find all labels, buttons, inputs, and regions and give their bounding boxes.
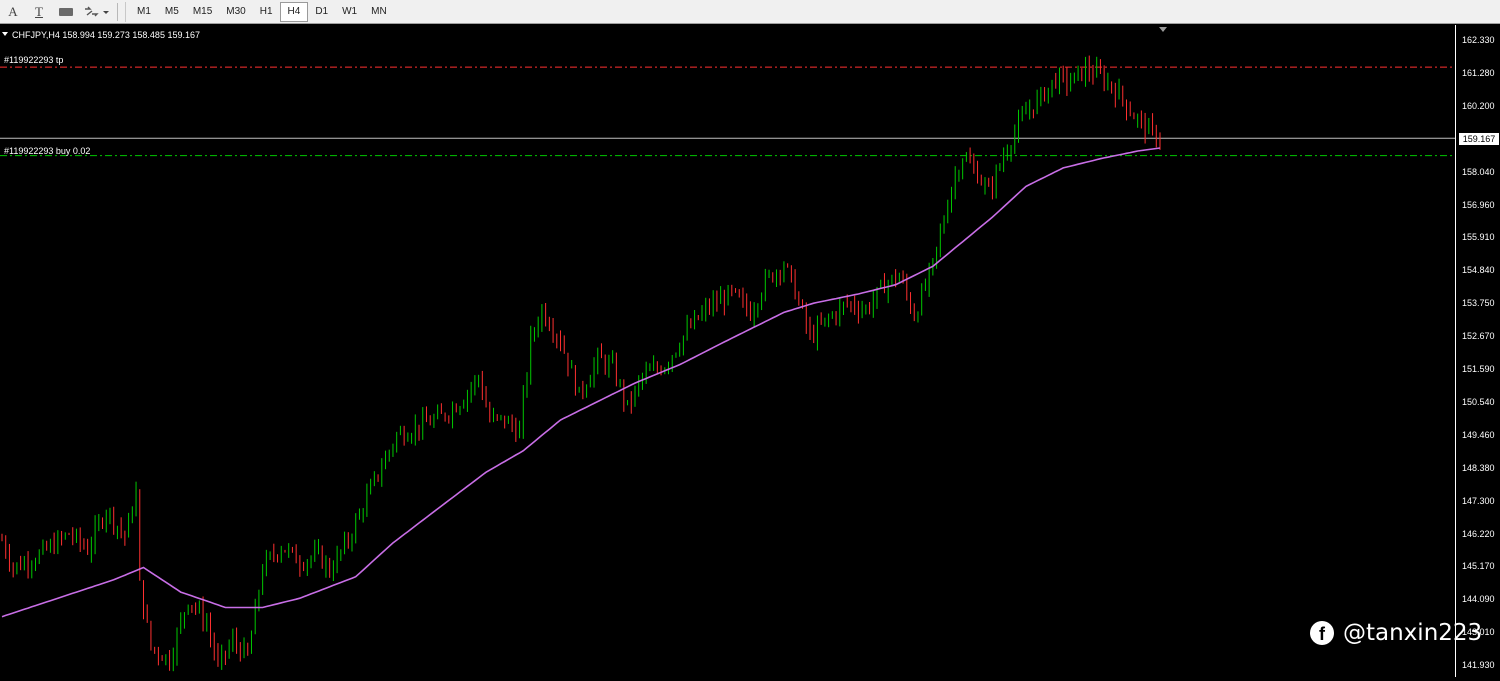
price-tick-label: 141.930 bbox=[1462, 660, 1495, 671]
timeframe-h4[interactable]: H4 bbox=[279, 1, 309, 22]
timeframe-h1[interactable]: H1 bbox=[253, 2, 280, 22]
price-tick-label: 146.220 bbox=[1462, 528, 1495, 539]
timeframe-m15[interactable]: M15 bbox=[186, 2, 219, 22]
text-label-glyph: T bbox=[35, 3, 43, 19]
timeframe-d1[interactable]: D1 bbox=[308, 2, 335, 22]
price-tick-label: 160.200 bbox=[1462, 100, 1495, 111]
symbol-info: CHFJPY,H4 158.994 159.273 158.485 159.16… bbox=[12, 30, 200, 40]
current-price-tag: 159.167 bbox=[1459, 133, 1499, 145]
tp-order-label: #119922293 tp bbox=[4, 55, 64, 65]
price-tick-label: 158.040 bbox=[1462, 166, 1495, 177]
timeframe-group: M1 M5 M15 M30 H1 H4 D1 W1 MN bbox=[125, 1, 394, 22]
price-chart[interactable] bbox=[0, 25, 1455, 677]
chart-shift-marker-icon[interactable] bbox=[1159, 27, 1167, 32]
price-tick-label: 148.380 bbox=[1462, 462, 1495, 473]
chart-canvas bbox=[0, 27, 1455, 672]
label-tool-icon[interactable] bbox=[52, 1, 80, 23]
timeframe-mn[interactable]: MN bbox=[364, 2, 394, 22]
price-tick-label: 154.840 bbox=[1462, 265, 1495, 276]
chart-toolbar: A T M1 M5 M15 M30 H1 H4 D1 W1 MN bbox=[0, 0, 1500, 24]
price-tick-label: 150.540 bbox=[1462, 396, 1495, 407]
price-tick-label: 162.330 bbox=[1462, 35, 1495, 45]
price-tick-label: 155.910 bbox=[1462, 232, 1495, 243]
moving-average-line bbox=[1, 147, 1161, 618]
price-tick-label: 153.750 bbox=[1462, 298, 1495, 309]
text-label-tool-icon[interactable]: T bbox=[26, 1, 52, 23]
watermark-handle: @tanxin223 bbox=[1343, 620, 1483, 646]
price-tick-label: 151.590 bbox=[1462, 364, 1495, 374]
watermark: f @tanxin223 bbox=[1310, 620, 1482, 646]
timeframe-m5[interactable]: M5 bbox=[158, 2, 186, 22]
toolbar-separator bbox=[117, 2, 118, 21]
text-tool-glyph: A bbox=[8, 3, 18, 19]
price-tick-label: 144.090 bbox=[1462, 594, 1495, 605]
price-tick-label: 152.670 bbox=[1462, 331, 1495, 342]
shapes-tool-icon[interactable] bbox=[80, 1, 114, 23]
price-axis[interactable] bbox=[1455, 25, 1500, 677]
text-tool-icon[interactable]: A bbox=[0, 1, 26, 23]
symbol-dropdown-icon[interactable] bbox=[2, 32, 8, 36]
timeframe-w1[interactable]: W1 bbox=[335, 2, 364, 22]
price-tick-label: 149.460 bbox=[1462, 429, 1495, 440]
price-tick-label: 156.960 bbox=[1462, 199, 1495, 210]
facebook-icon: f bbox=[1310, 621, 1334, 645]
timeframe-m30[interactable]: M30 bbox=[219, 2, 252, 22]
price-tick-label: 161.280 bbox=[1462, 67, 1495, 78]
price-tick-label: 145.170 bbox=[1462, 561, 1495, 572]
buy-order-label: #119922293 buy 0.02 bbox=[4, 146, 91, 156]
timeframe-m1[interactable]: M1 bbox=[130, 2, 158, 22]
price-tick-label: 147.300 bbox=[1462, 495, 1495, 506]
